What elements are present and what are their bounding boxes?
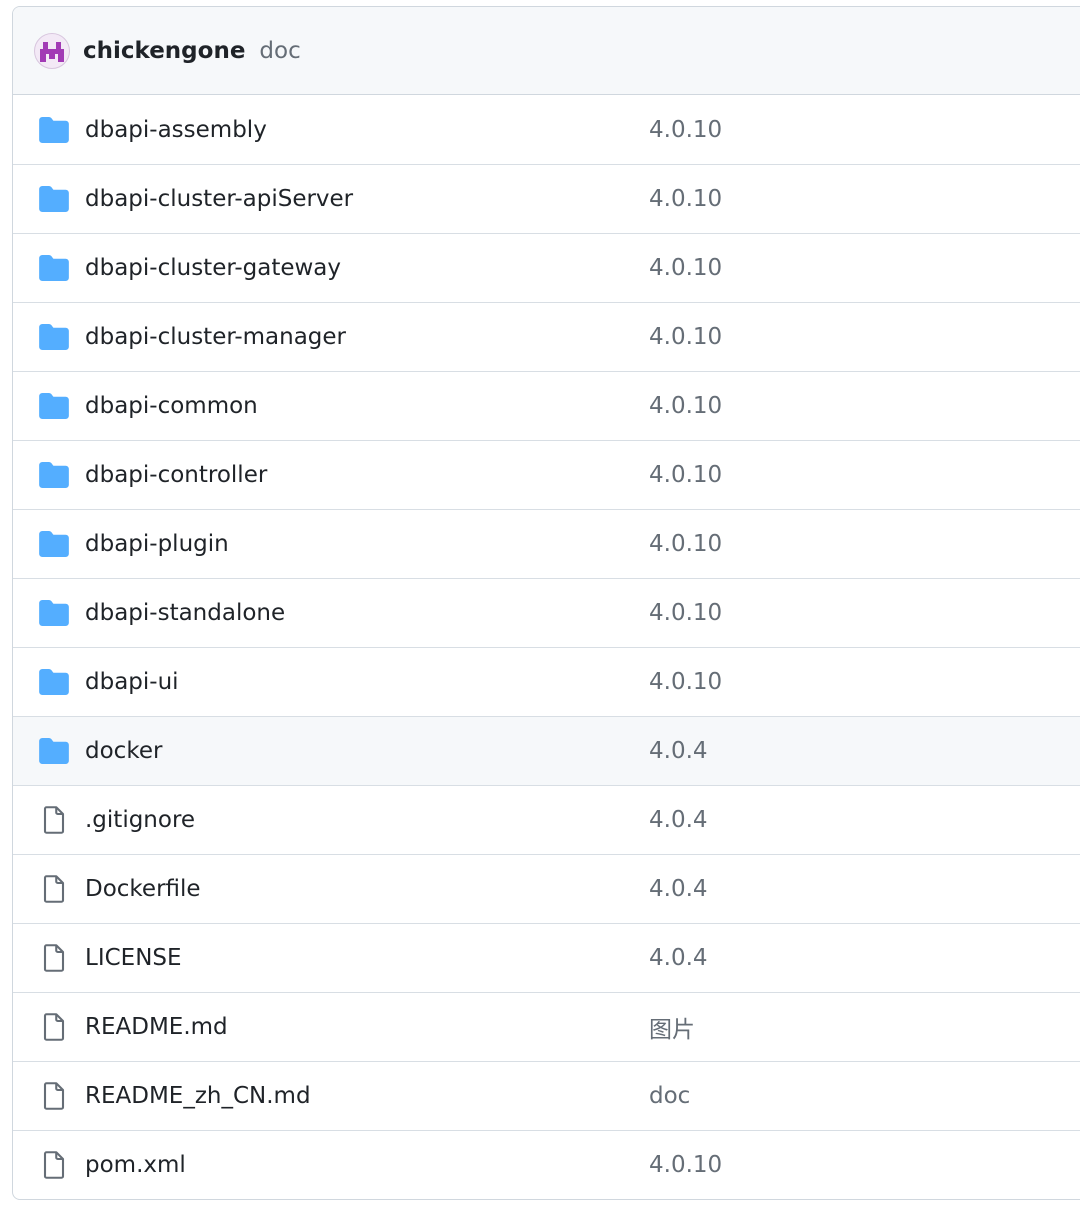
file-row[interactable]: pom.xml 4.0.10 [13,1130,1080,1199]
commit-message-link[interactable]: 4.0.10 [649,669,722,695]
commit-message[interactable]: doc [259,38,300,64]
file-rows: dbapi-assembly 4.0.10 dbapi-cluster-apiSer… [13,95,1080,1199]
file-icon [39,1081,69,1111]
commit-message-link[interactable]: 4.0.4 [649,807,708,833]
file-row[interactable]: dbapi-cluster-apiServer 4.0.10 [13,164,1080,233]
commit-message-link[interactable]: 图片 [649,1010,695,1044]
folder-link[interactable]: docker [85,738,162,764]
latest-commit-header: chickengone doc [13,7,1080,95]
file-row[interactable]: dbapi-controller 4.0.10 [13,440,1080,509]
file-link[interactable]: .gitignore [85,807,195,833]
folder-link[interactable]: dbapi-common [85,393,258,419]
file-row[interactable]: README.md 图片 [13,992,1080,1061]
folder-icon [39,667,69,697]
file-row[interactable]: Dockerfile 4.0.4 [13,854,1080,923]
folder-link[interactable]: dbapi-cluster-apiServer [85,186,353,212]
file-row[interactable]: dbapi-ui 4.0.10 [13,647,1080,716]
file-link[interactable]: Dockerfile [85,876,201,902]
commit-message-link[interactable]: 4.0.10 [649,186,722,212]
commit-message-link[interactable]: 4.0.10 [649,324,722,350]
folder-icon [39,115,69,145]
file-icon [39,943,69,973]
file-row[interactable]: .gitignore 4.0.4 [13,785,1080,854]
file-icon [39,1150,69,1180]
file-list: chickengone doc dbapi-assembly 4.0.10 dbap… [12,6,1080,1200]
file-row[interactable]: dbapi-assembly 4.0.10 [13,95,1080,164]
folder-icon [39,391,69,421]
commit-message-link[interactable]: 4.0.10 [649,1152,722,1178]
commit-message-link[interactable]: 4.0.10 [649,255,722,281]
file-row[interactable]: LICENSE 4.0.4 [13,923,1080,992]
folder-link[interactable]: dbapi-controller [85,462,267,488]
commit-message-link[interactable]: doc [649,1083,690,1109]
file-icon [39,874,69,904]
commit-author[interactable]: chickengone [83,38,245,64]
file-link[interactable]: pom.xml [85,1152,186,1178]
file-row[interactable]: dbapi-standalone 4.0.10 [13,578,1080,647]
folder-icon [39,460,69,490]
commit-message-link[interactable]: 4.0.4 [649,876,708,902]
folder-link[interactable]: dbapi-standalone [85,600,285,626]
file-row[interactable]: docker 4.0.4 [13,716,1080,785]
folder-link[interactable]: dbapi-cluster-gateway [85,255,341,281]
file-link[interactable]: README_zh_CN.md [85,1083,311,1109]
commit-message-link[interactable]: 4.0.10 [649,462,722,488]
file-row[interactable]: dbapi-common 4.0.10 [13,371,1080,440]
folder-icon [39,253,69,283]
commit-message-link[interactable]: 4.0.10 [649,393,722,419]
file-link[interactable]: LICENSE [85,945,182,971]
commit-message-link[interactable]: 4.0.10 [649,117,722,143]
identicon-icon [40,41,64,62]
file-row[interactable]: dbapi-plugin 4.0.10 [13,509,1080,578]
folder-icon [39,529,69,559]
author-avatar[interactable] [34,32,70,69]
file-link[interactable]: README.md [85,1014,228,1040]
folder-icon [39,322,69,352]
folder-icon [39,598,69,628]
file-row[interactable]: README_zh_CN.md doc [13,1061,1080,1130]
commit-message-link[interactable]: 4.0.10 [649,531,722,557]
commit-message-link[interactable]: 4.0.4 [649,945,708,971]
commit-message-link[interactable]: 4.0.4 [649,738,708,764]
folder-link[interactable]: dbapi-assembly [85,117,267,143]
folder-link[interactable]: dbapi-plugin [85,531,229,557]
file-row[interactable]: dbapi-cluster-gateway 4.0.10 [13,233,1080,302]
folder-link[interactable]: dbapi-cluster-manager [85,324,346,350]
file-row[interactable]: dbapi-cluster-manager 4.0.10 [13,302,1080,371]
file-icon [39,1012,69,1042]
folder-icon [39,736,69,766]
commit-message-link[interactable]: 4.0.10 [649,600,722,626]
file-icon [39,805,69,835]
folder-icon [39,184,69,214]
folder-link[interactable]: dbapi-ui [85,669,179,695]
